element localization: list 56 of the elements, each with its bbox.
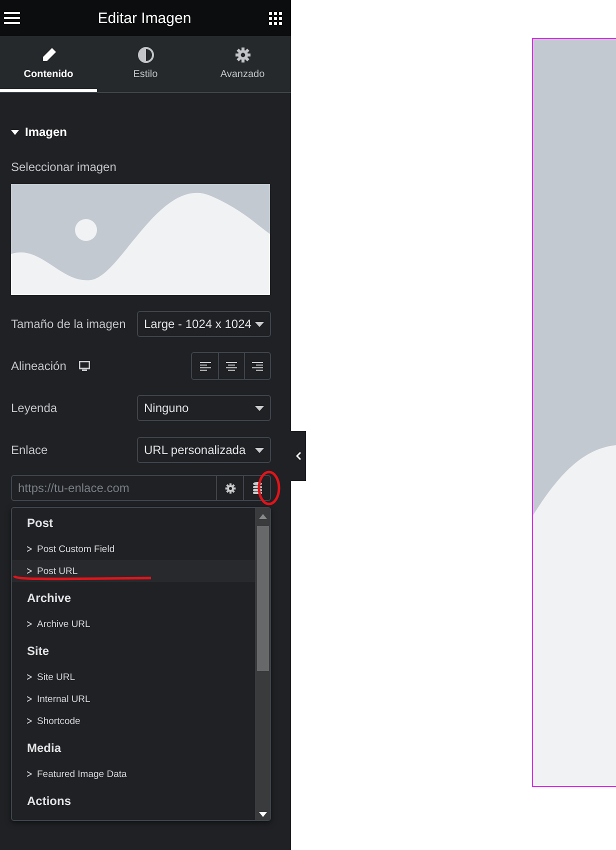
panel-tab[interactable]: Contenido (0, 36, 97, 92)
dynamic-tags-button[interactable] (244, 475, 271, 501)
field-label: Seleccionar imagen (11, 160, 118, 174)
group-title: Site (26, 643, 50, 660)
menu-icon[interactable] (4, 12, 20, 24)
collapse-panel-button[interactable] (291, 431, 306, 481)
scroll-down-icon[interactable] (258, 812, 266, 817)
pencil-icon (40, 47, 56, 63)
section-toggle[interactable]: Imagen (11, 124, 271, 140)
menu-item[interactable]: Post Custom Field (12, 538, 255, 560)
settings-button[interactable] (217, 475, 244, 501)
menu-item[interactable]: Internal URL (12, 688, 255, 710)
gear-icon (234, 47, 250, 63)
contrast-icon (138, 47, 154, 63)
caret-icon (255, 322, 264, 326)
field-label: Leyenda (11, 401, 58, 415)
caret-icon (255, 406, 264, 410)
menu-item[interactable]: Post URL (12, 560, 255, 582)
group-title: Archive (26, 590, 72, 607)
align-icon (252, 362, 263, 370)
select-field[interactable]: Large - 1024 x 1024 (137, 311, 271, 337)
group-title: Post (26, 515, 54, 532)
group-title: Actions (26, 793, 72, 810)
chevron-right-icon (27, 771, 32, 777)
chevron-right-icon (27, 621, 32, 627)
field-label: Alineación (11, 359, 66, 373)
panel-tab[interactable]: Avanzado (194, 36, 291, 92)
chevron-left-icon (296, 452, 301, 460)
chevron-right-icon (27, 696, 32, 702)
field-label: Enlace (11, 443, 48, 457)
panel-title: Editar Imagen (98, 10, 192, 26)
select-field[interactable]: Ninguno (137, 395, 271, 421)
panel-tab[interactable]: Estilo (97, 36, 194, 92)
annotation-circle (257, 470, 281, 506)
menu-item[interactable]: Site URL (12, 666, 255, 688)
url-field[interactable]: https://tu-enlace.com (11, 475, 217, 501)
database-icon (252, 482, 262, 494)
align-icon (200, 362, 210, 370)
chevron-right-icon (27, 674, 32, 680)
gear-icon (224, 482, 236, 494)
apps-grid-icon[interactable] (268, 12, 282, 24)
menu-item[interactable]: Featured Image Data (12, 763, 255, 785)
align-icon (226, 362, 237, 370)
chevron-right-icon (27, 546, 32, 552)
menu-item[interactable]: Archive URL (12, 613, 255, 635)
scroll-up-icon[interactable] (258, 514, 266, 519)
desktop-icon[interactable] (79, 361, 90, 371)
chevron-right-icon (27, 568, 32, 574)
caret-icon (255, 448, 264, 452)
chevron-right-icon (27, 718, 32, 724)
select-field[interactable]: URL personalizada (137, 437, 271, 463)
field-label: Tamaño de la imagen (11, 317, 126, 331)
section-title: Imagen (25, 125, 68, 139)
menu-item[interactable]: Shortcode (12, 710, 255, 732)
group-title: Media (26, 740, 62, 757)
scrollbar[interactable] (255, 508, 270, 820)
